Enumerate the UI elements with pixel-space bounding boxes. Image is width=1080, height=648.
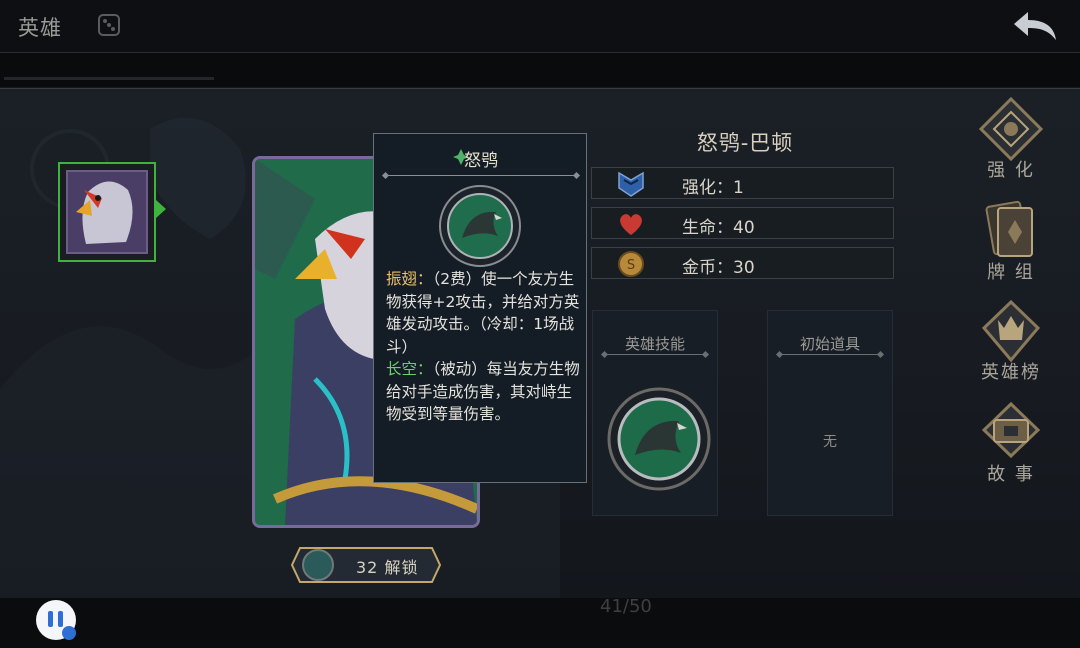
coin-icon: S <box>618 251 644 277</box>
story-icon <box>981 401 1041 459</box>
card-deck-icon <box>985 200 1033 257</box>
skill2-name: 长空： <box>386 360 433 378</box>
heart-icon <box>620 214 642 235</box>
stat-enhance-label: 强化：1 <box>682 178 744 198</box>
top-bar: 英雄 <box>0 0 1080 53</box>
tooltip-description: 振翅：（2费）使一个友方生物获得+2攻击，并给对方英雄发动攻击。（冷却：1场战斗… <box>386 268 580 426</box>
initial-item-panel[interactable]: 初始道具 无 <box>767 310 893 516</box>
selection-arrow <box>156 200 166 218</box>
hero-name: 怒鸮-巴顿 <box>696 131 794 155</box>
page-counter: 41/50 <box>600 596 652 617</box>
side-menu-story[interactable]: 故 事 <box>970 400 1054 492</box>
side-menu-hero-ranking-label: 英雄榜 <box>981 362 1041 383</box>
side-menu-deck-label: 牌 组 <box>987 262 1035 283</box>
side-menu-enhance-label: 强 化 <box>987 160 1035 181</box>
hero-skill-panel[interactable]: 英雄技能 <box>592 310 718 516</box>
side-menu-story-label: 故 事 <box>987 464 1035 485</box>
initial-item-value: 无 <box>823 434 837 450</box>
scroll-track[interactable] <box>4 77 214 80</box>
bottom-bar <box>0 598 1080 648</box>
pause-icon-bar-right <box>58 611 63 627</box>
stat-health-label: 生命：40 <box>682 218 755 238</box>
skill1-name: 振翅： <box>386 270 433 288</box>
filter-strip <box>0 53 1080 87</box>
back-arrow-icon[interactable] <box>1010 8 1060 44</box>
owl-medallion-icon <box>439 185 521 267</box>
hero-thumbnail-portrait <box>66 170 148 254</box>
pause-button[interactable] <box>36 600 76 640</box>
tooltip-divider <box>386 175 576 176</box>
side-menu-deck[interactable]: 牌 组 <box>970 198 1054 290</box>
badge-icon <box>618 171 644 197</box>
panel-divider <box>780 354 880 355</box>
stat-enhance: 强化：1 <box>591 167 894 199</box>
hero-ranking-icon <box>981 299 1041 363</box>
stat-gold: S 金币：30 <box>591 247 894 279</box>
pause-icon-bar-left <box>48 611 53 627</box>
side-menu-hero-ranking[interactable]: 英雄榜 <box>970 298 1054 390</box>
hero-skill-title: 英雄技能 <box>624 335 685 353</box>
unlock-currency-icon <box>302 549 334 581</box>
unlock-label: 32 解锁 <box>356 558 419 577</box>
tooltip-title: 怒鸮 <box>464 151 498 171</box>
dice-icon[interactable] <box>96 12 122 38</box>
page-title: 英雄 <box>18 16 62 40</box>
side-menu-enhance[interactable]: 强 化 <box>970 96 1054 188</box>
initial-item-title: 初始道具 <box>799 335 860 353</box>
hero-thumbnail-selected[interactable] <box>58 162 156 262</box>
stat-gold-label: 金币：30 <box>682 258 755 278</box>
svg-text:S: S <box>627 258 635 273</box>
enhance-icon <box>978 96 1044 162</box>
hero-skill-icon[interactable] <box>607 387 711 491</box>
stat-health: 生命：40 <box>591 207 894 239</box>
panel-divider <box>605 354 705 355</box>
hero-tooltip: 怒鸮 振翅：（2费）使一个友方生物获得+2攻击，并给对方英雄发动攻击。（冷却：1… <box>373 133 587 483</box>
fast-forward-icon <box>62 626 76 640</box>
